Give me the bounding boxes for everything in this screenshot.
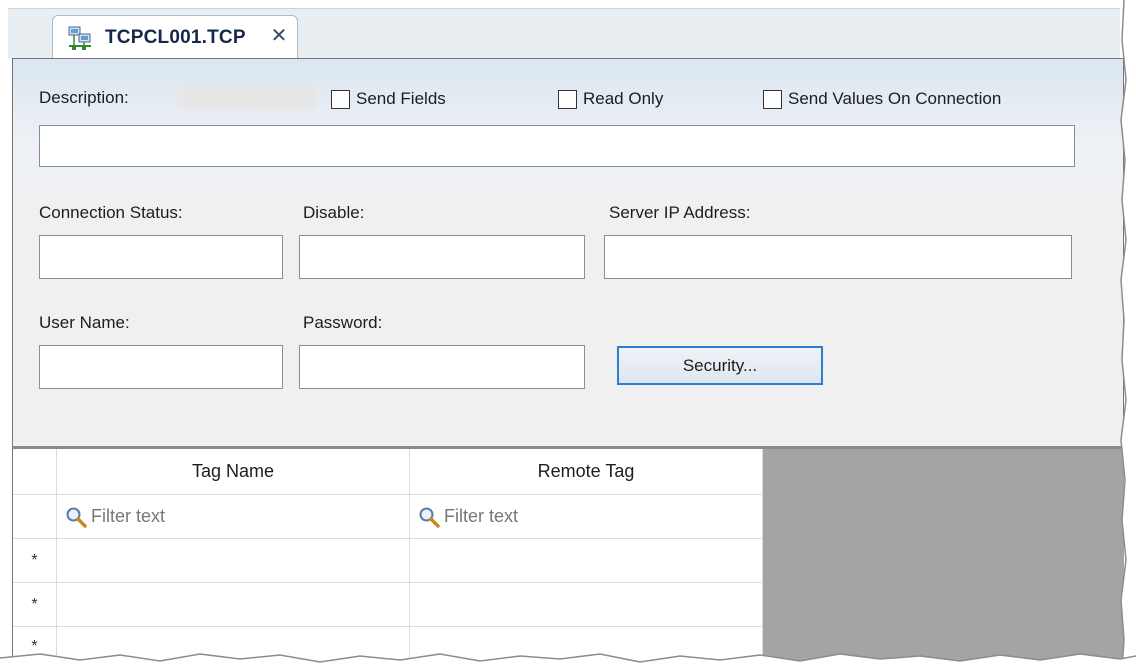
row-header[interactable]: *	[13, 539, 57, 583]
remote-tag-cell[interactable]	[410, 583, 763, 627]
send-fields-checkbox-box[interactable]	[331, 89, 350, 109]
torn-edge-bottom	[0, 653, 1136, 667]
send-fields-label: Send Fields	[356, 89, 446, 108]
description-label: Description:	[39, 88, 129, 107]
server-ip-address-field[interactable]	[604, 235, 1072, 279]
tag-name-filter[interactable]: Filter text	[57, 495, 410, 539]
connection-status-field[interactable]	[39, 235, 283, 279]
read-only-checkbox-box[interactable]	[558, 89, 577, 109]
disable-field[interactable]	[299, 235, 585, 279]
tag-name-cell[interactable]	[57, 583, 410, 627]
description-label-shade	[177, 84, 317, 109]
tag-name-cell[interactable]	[57, 539, 410, 583]
tag-name-filter-placeholder: Filter text	[91, 506, 166, 526]
network-computers-icon	[68, 26, 91, 50]
tags-grid: Tag Name Remote Tag Filter text Filter t…	[13, 449, 763, 667]
document-tab-strip: TCPCL001.TCP ✕	[8, 8, 1120, 59]
close-icon[interactable]: ✕	[268, 25, 290, 47]
torn-edge-right	[1120, 0, 1136, 667]
connection-settings-panel: Description: Send Fields Read Only Send …	[12, 58, 1124, 446]
row-header[interactable]: *	[13, 583, 57, 627]
send-fields-checkbox[interactable]: Send Fields	[331, 86, 446, 112]
disable-label: Disable:	[303, 203, 365, 222]
magnifier-icon	[66, 507, 87, 528]
document-tab[interactable]: TCPCL001.TCP ✕	[52, 15, 298, 59]
filter-row-header	[13, 495, 57, 539]
server-ip-address-label: Server IP Address:	[609, 203, 751, 222]
magnifier-icon	[419, 507, 440, 528]
remote-tag-cell[interactable]	[410, 539, 763, 583]
tab-title: TCPCL001.TCP	[105, 27, 246, 48]
send-values-on-connection-checkbox[interactable]: Send Values On Connection	[763, 86, 1001, 112]
user-name-label: User Name:	[39, 313, 130, 332]
user-name-field[interactable]	[39, 345, 283, 389]
tags-grid-area: Tag Name Remote Tag Filter text Filter t…	[12, 446, 1124, 667]
send-values-on-connection-label: Send Values On Connection	[788, 89, 1002, 108]
connection-status-label: Connection Status:	[39, 203, 183, 222]
column-header-remote-tag[interactable]: Remote Tag	[410, 449, 763, 495]
column-header-tag-name[interactable]: Tag Name	[57, 449, 410, 495]
read-only-checkbox[interactable]: Read Only	[558, 86, 663, 112]
description-field[interactable]	[39, 125, 1075, 167]
password-field[interactable]	[299, 345, 585, 389]
grid-corner-cell[interactable]	[13, 449, 57, 495]
security-button[interactable]: Security...	[617, 346, 823, 385]
password-label: Password:	[303, 313, 383, 332]
send-values-on-connection-checkbox-box[interactable]	[763, 89, 782, 109]
remote-tag-filter[interactable]: Filter text	[410, 495, 763, 539]
remote-tag-filter-placeholder: Filter text	[444, 506, 519, 526]
read-only-label: Read Only	[583, 89, 664, 108]
